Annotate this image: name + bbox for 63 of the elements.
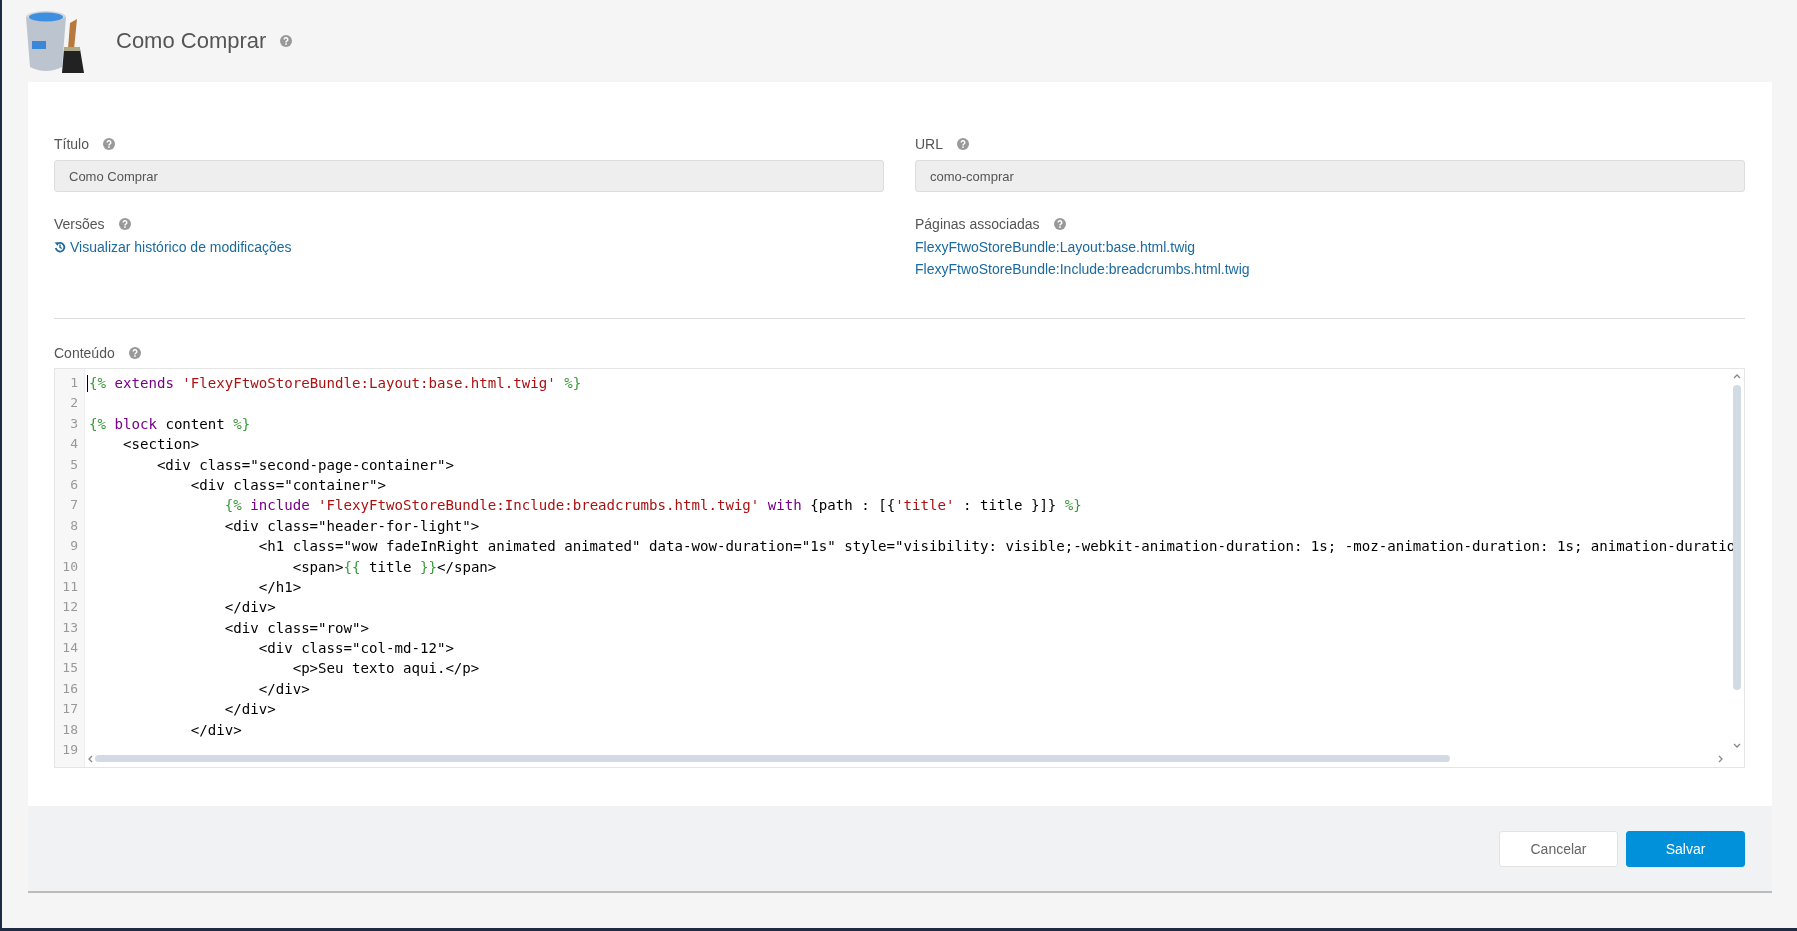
line-number: 3: [69, 414, 79, 433]
line-number: 11: [61, 577, 79, 596]
field-label: Versões: [54, 216, 105, 232]
help-icon: [1053, 218, 1066, 230]
code-line: {% extends 'FlexyFtwoStoreBundle:Layout:base.html.twig' %}: [89, 374, 582, 393]
page-title: Como Comprar: [116, 28, 267, 54]
input-field[interactable]: como-comprar: [915, 160, 1745, 192]
code-line: {% block content %}: [89, 414, 251, 434]
line-number: 1: [69, 374, 79, 392]
history-link[interactable]: Visualizar histórico de modificações: [54, 236, 292, 258]
scroll-down-icon[interactable]: [1733, 743, 1741, 749]
line-number: 14: [61, 639, 79, 658]
line-number: 15: [61, 659, 79, 678]
line-number: 9: [69, 537, 79, 556]
field-label: Conteúdo: [54, 345, 115, 361]
line-number: 5: [69, 455, 79, 474]
vertical-scrollbar[interactable]: [1733, 385, 1741, 690]
input-field[interactable]: Como Comprar: [54, 160, 884, 192]
code-line: <div class="row">: [223, 618, 369, 638]
line-number: 7: [69, 496, 79, 515]
text-cursor: [87, 375, 88, 392]
code-line: <div class="second-page-container">: [155, 455, 454, 475]
code-line: <section>: [121, 435, 200, 455]
code-line: <div class="col-md-12">: [257, 639, 454, 659]
scroll-right-icon[interactable]: [1718, 755, 1724, 763]
code-line: <h1 class="wow fadeInRight animated animated" data-wow-duration="1s" style="visibility: visible;-webkit-animation-duration: 1s; -moz-animation-duration: 1s; animation-duratio: [257, 537, 1736, 557]
field-label: Páginas associadas: [915, 216, 1040, 232]
help-icon: [103, 138, 115, 150]
page-link[interactable]: FlexyFtwoStoreBundle:Layout:base.html.twig: [915, 236, 1196, 258]
code-line: <p>Seu texto aqui.</p>: [291, 659, 480, 679]
code-line: <div class="container">: [189, 475, 386, 495]
scroll-left-icon[interactable]: [87, 755, 93, 763]
cancel-button[interactable]: Cancelar: [1499, 830, 1618, 867]
line-number: 18: [61, 720, 79, 739]
help-icon: [118, 218, 131, 230]
help-icon: [957, 138, 969, 150]
save-button[interactable]: Salvar: [1626, 830, 1745, 867]
code-line: <div class="header-for-light">: [223, 516, 480, 536]
help-icon: [280, 35, 293, 47]
history-icon: [54, 241, 66, 253]
scroll-up-icon[interactable]: [1733, 373, 1741, 379]
line-number: 2: [69, 394, 79, 413]
help-icon: [128, 347, 141, 359]
field-label: URL: [915, 136, 943, 152]
code-line: </h1>: [257, 577, 302, 597]
line-number: 8: [69, 516, 79, 535]
line-number: 6: [69, 475, 79, 494]
line-number: 4: [69, 435, 79, 454]
field-label: Título: [54, 136, 89, 152]
line-number: 16: [61, 679, 79, 698]
line-number: 13: [61, 618, 79, 637]
horizontal-scrollbar[interactable]: [95, 755, 1450, 762]
line-number: 10: [61, 557, 79, 576]
line-number: 12: [61, 598, 79, 617]
code-line: </div>: [257, 679, 310, 699]
code-line: <span>{{ title }}</span>: [291, 557, 497, 577]
code-line: {% include 'FlexyFtwoStoreBundle:Include:breadcrumbs.html.twig' with {path : [{'title' : title }]} %}: [223, 496, 1082, 516]
line-number: 17: [61, 700, 79, 719]
code-line: </div>: [223, 700, 276, 720]
code-line: </div>: [223, 598, 276, 618]
page-link[interactable]: FlexyFtwoStoreBundle:Include:breadcrumbs.html.twig: [915, 258, 1250, 280]
code-line: </div>: [189, 720, 242, 740]
line-number: 19: [61, 741, 79, 760]
